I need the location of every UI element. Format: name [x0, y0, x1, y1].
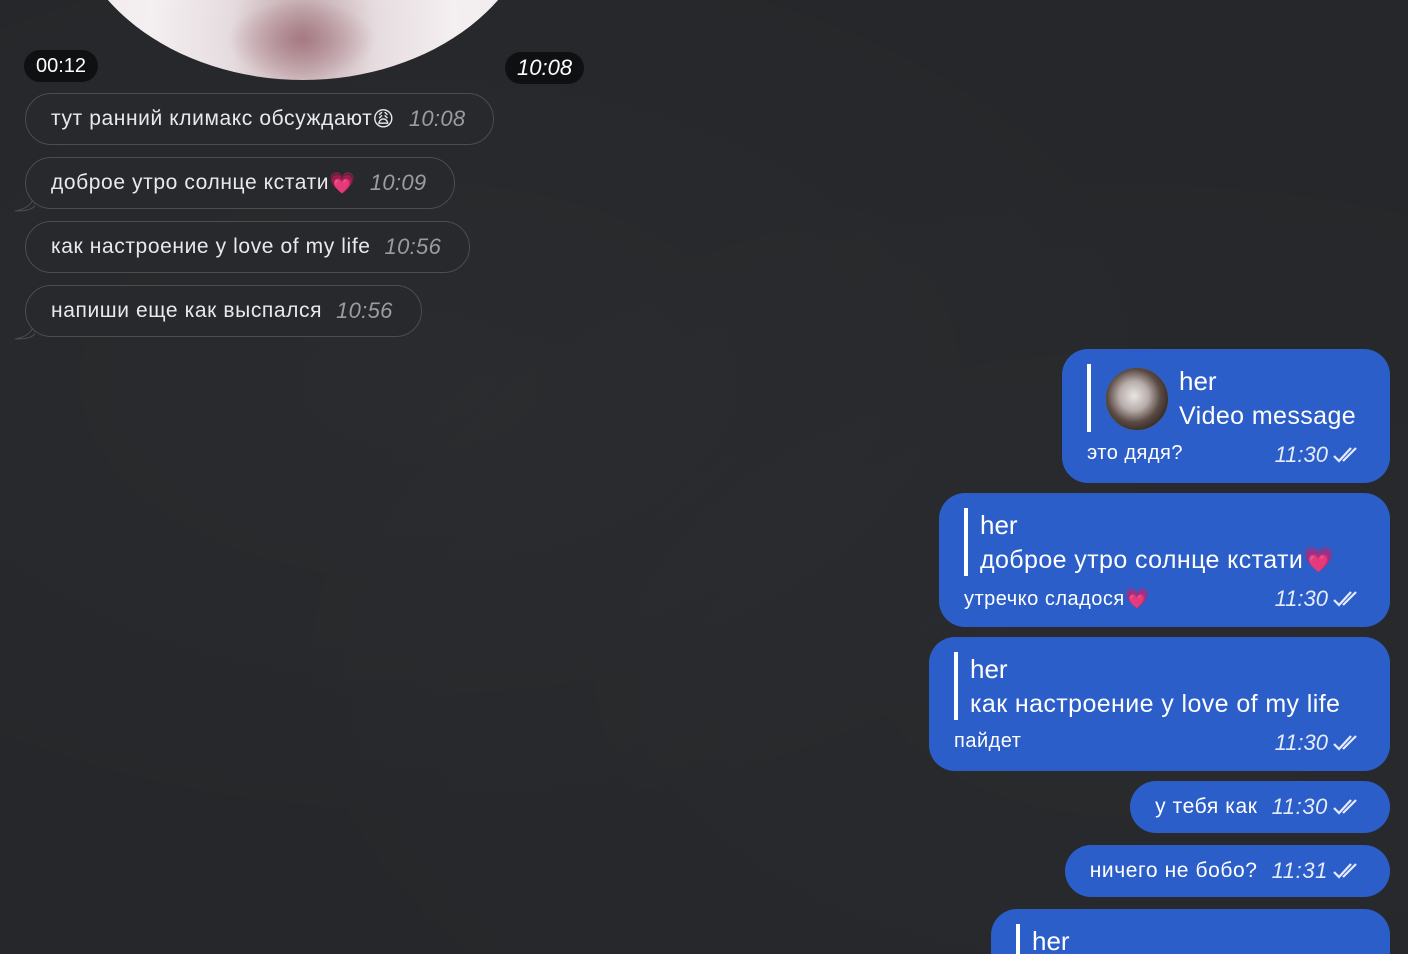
outgoing-message[interactable]: her доброе утро солнце кстати💗 утречко с… — [939, 493, 1390, 627]
message-text: у тебя как — [1155, 795, 1258, 818]
reply-text: доброе утро солнце кстати💗 — [980, 546, 1335, 574]
message-text: тут ранний климакс обсуждают — [51, 107, 373, 130]
video-message-thumbnail[interactable] — [66, 0, 540, 80]
video-thumbnail-icon — [1105, 367, 1169, 431]
message-time: 11:30 — [1274, 730, 1328, 755]
video-timestamp: 10:08 — [505, 52, 585, 84]
reply-author: her — [1179, 366, 1217, 396]
outgoing-message[interactable]: her как настроение у love of my life пай… — [929, 637, 1390, 771]
reply-quote[interactable]: her — [1016, 924, 1070, 954]
message-time: 11:30 — [1271, 794, 1328, 819]
reply-author: her — [980, 510, 1018, 540]
reply-author: her — [1032, 926, 1070, 954]
pink-heart-emoji: 💗 — [329, 170, 356, 195]
message-meta: 11:30 — [1275, 442, 1362, 468]
message-text: утречко сладося — [964, 588, 1125, 610]
read-double-check-icon — [1333, 799, 1357, 815]
read-double-check-icon — [1333, 591, 1357, 607]
reply-quote[interactable]: her как настроение у love of my life — [954, 652, 1340, 720]
message-text: это дядя? — [1087, 442, 1184, 464]
message-time: 11:30 — [1274, 586, 1328, 611]
incoming-message[interactable]: тут ранний климакс обсуждают 😩 10:08 — [25, 93, 495, 145]
message-time: 11:31 — [1271, 858, 1328, 883]
message-time: 10:08 — [408, 106, 466, 131]
read-double-check-icon — [1333, 735, 1357, 751]
outgoing-message[interactable]: ничего не бобо? 11:31 — [1064, 845, 1390, 897]
message-text: доброе утро солнце кстати — [51, 171, 330, 194]
video-duration: 00:12 — [24, 50, 99, 82]
message-text: напиши еще как выспался — [51, 299, 323, 322]
message-text-wrap: утречко сладося💗 — [964, 586, 1150, 611]
message-time: 11:30 — [1274, 442, 1328, 467]
message-meta: 11:30 — [1272, 794, 1362, 820]
video-blur — [226, 0, 376, 80]
message-meta: 11:30 — [1275, 586, 1362, 612]
message-meta: 11:31 — [1272, 858, 1362, 884]
incoming-message[interactable]: доброе утро солнце кстати 💗 10:09 — [25, 157, 456, 209]
outgoing-message[interactable]: her Video message это дядя? 11:30 — [1062, 349, 1390, 483]
reply-quote[interactable]: her Video message — [1087, 364, 1356, 432]
message-time: 10:56 — [336, 298, 393, 323]
reply-text: Video message — [1179, 402, 1357, 430]
message-text: пайдет — [954, 730, 1022, 752]
read-double-check-icon — [1333, 447, 1357, 463]
pink-heart-emoji: 💗 — [1124, 586, 1151, 610]
incoming-message[interactable]: напиши еще как выспался 10:56 — [25, 285, 422, 337]
chat-area[interactable]: 00:12 10:08 тут ранний климакс обсуждают… — [0, 0, 1408, 954]
reply-author: her — [970, 654, 1008, 684]
reply-text: как настроение у love of my life — [970, 690, 1341, 718]
outgoing-message[interactable]: у тебя как 11:30 — [1130, 781, 1390, 833]
message-time: 10:56 — [384, 234, 442, 259]
message-text: ничего не бобо? — [1089, 859, 1258, 882]
message-time: 10:09 — [369, 170, 427, 195]
message-meta: 11:30 — [1275, 730, 1362, 756]
message-text: как настроение у love of my life — [51, 235, 371, 258]
reply-quote[interactable]: her доброе утро солнце кстати💗 — [964, 508, 1335, 576]
incoming-message[interactable]: как настроение у love of my life 10:56 — [25, 221, 471, 273]
read-double-check-icon — [1333, 863, 1357, 879]
weary-face-emoji: 😩 — [372, 107, 395, 131]
outgoing-message[interactable]: her — [991, 909, 1390, 954]
